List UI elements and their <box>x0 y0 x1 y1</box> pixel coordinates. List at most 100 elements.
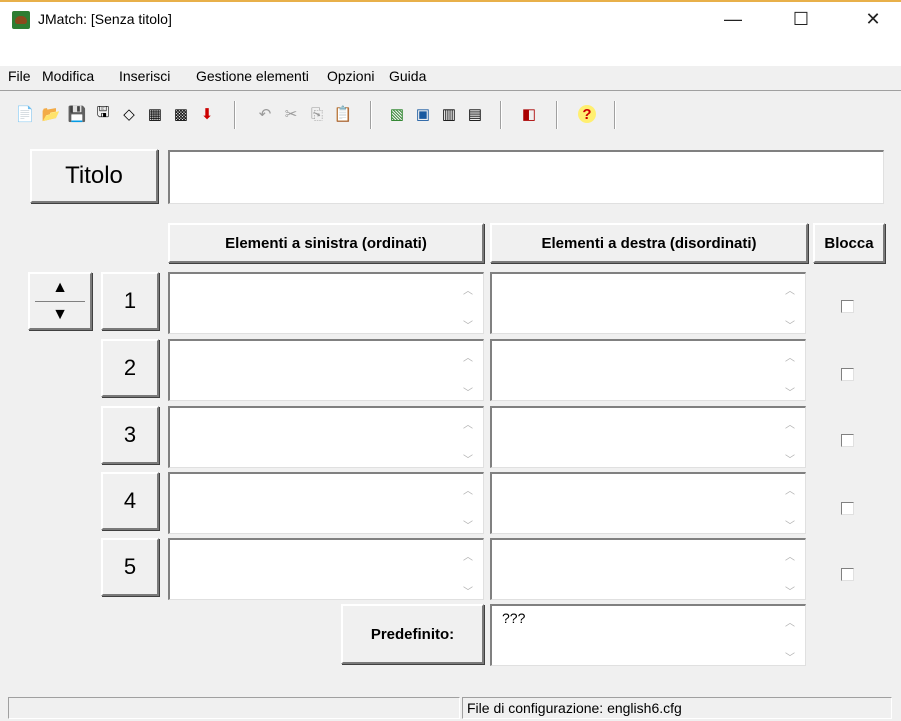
scroll-arrows[interactable]: ︿ ﹀ <box>785 544 799 600</box>
left-item-field[interactable]: ︿ ﹀ <box>168 272 484 334</box>
scroll-down-icon[interactable]: ﹀ <box>785 384 795 399</box>
copy-icon[interactable]: ⎘ <box>306 103 328 125</box>
scroll-up-icon[interactable]: ︿ <box>785 548 795 563</box>
scroll-down-icon[interactable]: ﹀ <box>785 517 795 532</box>
scroll-up-icon[interactable]: ︿ <box>463 349 473 364</box>
left-item-field[interactable]: ︿ ﹀ <box>168 406 484 468</box>
open-folder-icon[interactable]: 📂 <box>40 103 62 125</box>
menu-bar: File Modifica Inserisci Gestione element… <box>0 38 901 84</box>
menu-modifica[interactable]: Modifica <box>42 68 94 84</box>
scroll-up-icon[interactable]: ︿ <box>785 349 795 364</box>
undo-icon[interactable]: ↶ <box>254 103 276 125</box>
scroll-arrows[interactable]: ︿ ﹀ <box>463 412 477 468</box>
scroll-down-icon[interactable]: ﹀ <box>463 451 473 466</box>
scroll-down-icon[interactable]: ﹀ <box>463 517 473 532</box>
menu-opzioni[interactable]: Opzioni <box>327 68 374 84</box>
left-item-field[interactable]: ︿ ﹀ <box>168 538 484 600</box>
row-number-button[interactable]: 2 <box>101 339 159 397</box>
lock-checkbox[interactable] <box>841 502 854 515</box>
scroll-arrows[interactable]: ︿ ﹀ <box>785 278 799 334</box>
scroll-down-icon[interactable]: ﹀ <box>463 317 473 332</box>
close-button[interactable]: ✕ <box>850 2 896 36</box>
help-icon[interactable]: ? <box>578 105 596 123</box>
scroll-arrows[interactable]: ︿ ﹀ <box>785 478 799 534</box>
scroll-down-icon[interactable]: ﹀ <box>785 649 795 664</box>
menu-gestione-elementi[interactable]: Gestione elementi <box>196 68 309 84</box>
scroll-down-icon[interactable]: ﹀ <box>785 317 795 332</box>
scroll-arrows[interactable]: ︿ ﹀ <box>463 278 477 334</box>
scroll-up-icon[interactable]: ︿ <box>785 482 795 497</box>
row-number-button[interactable]: 3 <box>101 406 159 464</box>
title-button[interactable]: Titolo <box>30 149 158 203</box>
eraser-icon[interactable]: ◇ <box>118 103 140 125</box>
toolbar-separator <box>614 101 616 129</box>
reorder-divider <box>35 300 85 302</box>
export-arrow-icon[interactable]: ⬇ <box>196 103 218 125</box>
scroll-arrows[interactable]: ︿ ﹀ <box>463 478 477 534</box>
scroll-arrows[interactable]: ︿ ﹀ <box>785 345 799 401</box>
default-button[interactable]: Predefinito: <box>341 604 484 664</box>
right-item-field[interactable]: ︿ ﹀ <box>490 472 806 534</box>
lock-checkbox[interactable] <box>841 300 854 313</box>
header-lock[interactable]: Blocca <box>813 223 885 263</box>
save-icon[interactable]: 💾 <box>66 103 88 125</box>
move-up-icon[interactable]: ▲ <box>52 279 68 297</box>
scroll-up-icon[interactable]: ︿ <box>463 482 473 497</box>
right-item-field[interactable]: ︿ ﹀ <box>490 339 806 401</box>
row-number-button[interactable]: 5 <box>101 538 159 596</box>
scroll-up-icon[interactable]: ︿ <box>785 416 795 431</box>
save-as-icon[interactable]: 🖫 <box>92 103 114 125</box>
menu-guida[interactable]: Guida <box>389 68 426 84</box>
scroll-up-icon[interactable]: ︿ <box>785 282 795 297</box>
graph-alt-icon[interactable]: ▤ <box>464 103 486 125</box>
menu-file[interactable]: File <box>8 68 31 84</box>
toolbar-separator <box>556 101 558 129</box>
lock-checkbox[interactable] <box>841 368 854 381</box>
default-value-field[interactable]: ??? ︿ ﹀ <box>490 604 806 666</box>
reorder-buttons[interactable]: ▲ ▼ <box>28 272 92 330</box>
scroll-down-icon[interactable]: ﹀ <box>785 451 795 466</box>
right-item-field[interactable]: ︿ ﹀ <box>490 272 806 334</box>
lock-checkbox[interactable] <box>841 434 854 447</box>
scroll-up-icon[interactable]: ︿ <box>463 548 473 563</box>
title-bar: JMatch: [Senza titolo] — ☐ ✕ <box>0 2 901 38</box>
paste-icon[interactable]: 📋 <box>332 103 354 125</box>
minimize-button[interactable]: — <box>710 2 756 36</box>
scroll-up-icon[interactable]: ︿ <box>463 282 473 297</box>
web-page-icon[interactable]: ▦ <box>144 103 166 125</box>
right-item-field[interactable]: ︿ ﹀ <box>490 538 806 600</box>
move-down-icon[interactable]: ▼ <box>52 306 68 324</box>
window-title: JMatch: [Senza titolo] <box>38 11 172 27</box>
menu-inserisci[interactable]: Inserisci <box>119 68 170 84</box>
maximize-button[interactable]: ☐ <box>778 2 824 36</box>
scroll-down-icon[interactable]: ﹀ <box>463 384 473 399</box>
row-number-button[interactable]: 1 <box>101 272 159 330</box>
color-palette-icon[interactable]: ◧ <box>518 103 540 125</box>
row-number-button[interactable]: 4 <box>101 472 159 530</box>
header-right-items[interactable]: Elementi a destra (disordinati) <box>490 223 808 263</box>
graph-icon[interactable]: ▥ <box>438 103 460 125</box>
scroll-arrows[interactable]: ︿ ﹀ <box>785 610 799 666</box>
scroll-down-icon[interactable]: ﹀ <box>785 583 795 598</box>
scroll-arrows[interactable]: ︿ ﹀ <box>463 345 477 401</box>
scroll-up-icon[interactable]: ︿ <box>463 416 473 431</box>
title-input[interactable] <box>168 150 884 204</box>
new-file-icon[interactable]: 📄 <box>14 103 36 125</box>
lock-checkbox[interactable] <box>841 568 854 581</box>
scroll-arrows[interactable]: ︿ ﹀ <box>785 412 799 468</box>
right-item-field[interactable]: ︿ ﹀ <box>490 406 806 468</box>
toolbar-separator <box>234 101 236 129</box>
left-item-field[interactable]: ︿ ﹀ <box>168 472 484 534</box>
scroll-up-icon[interactable]: ︿ <box>785 614 795 629</box>
web-page-alt-icon[interactable]: ▩ <box>170 103 192 125</box>
status-config-pane: File di configurazione: english6.cfg <box>462 697 892 719</box>
header-left-items[interactable]: Elementi a sinistra (ordinati) <box>168 223 484 263</box>
toolbar-separator <box>370 101 372 129</box>
app-icon <box>12 11 30 29</box>
window-export-icon[interactable]: ▣ <box>412 103 434 125</box>
cut-icon[interactable]: ✂ <box>280 103 302 125</box>
scroll-down-icon[interactable]: ﹀ <box>463 583 473 598</box>
left-item-field[interactable]: ︿ ﹀ <box>168 339 484 401</box>
scroll-arrows[interactable]: ︿ ﹀ <box>463 544 477 600</box>
web-export-icon[interactable]: ▧ <box>386 103 408 125</box>
